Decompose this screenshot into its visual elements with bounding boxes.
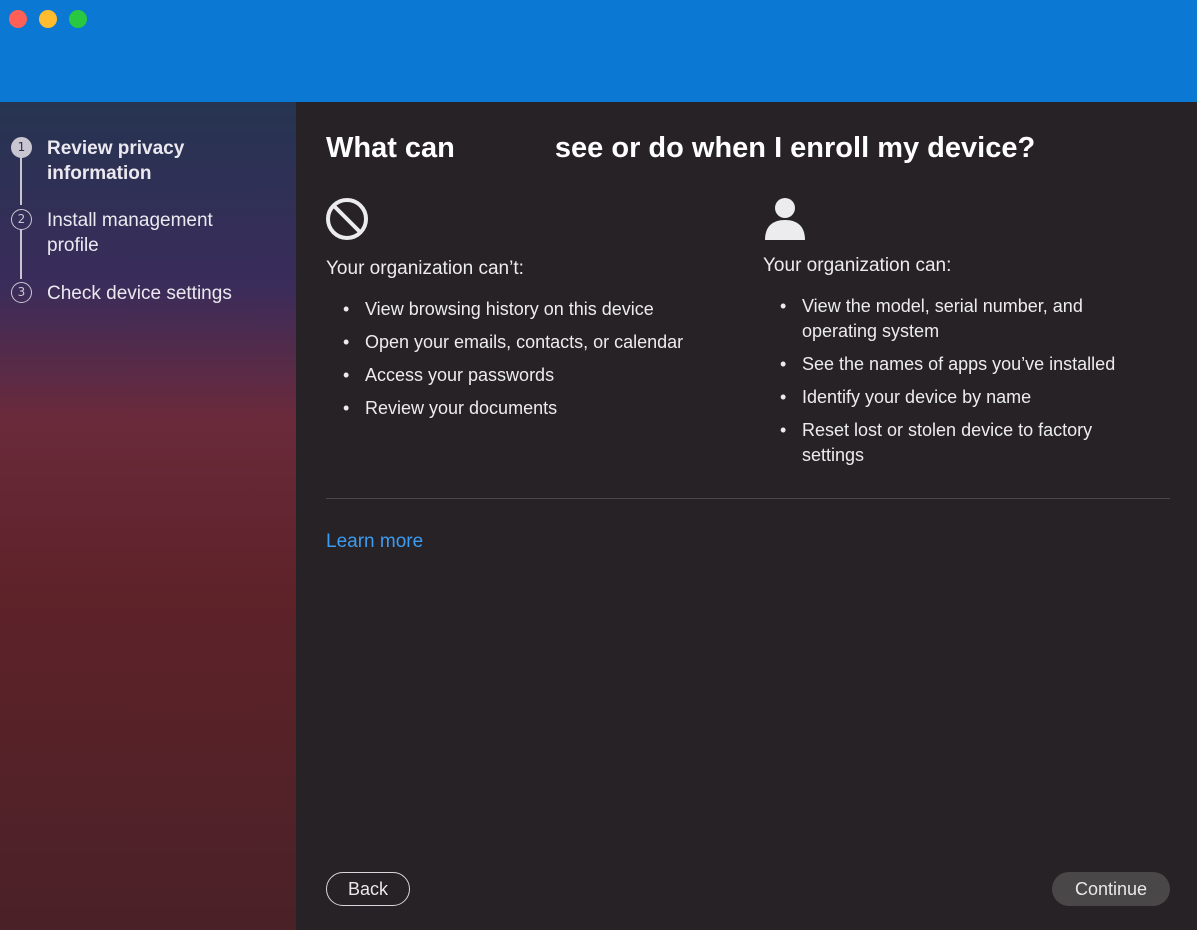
cannot-list: • View browsing history on this device • O… <box>326 297 746 421</box>
bullet-icon: • <box>343 299 350 319</box>
page-title: What can see or do when I enroll my devic… <box>326 132 1035 165</box>
bullet-icon: • <box>780 296 787 316</box>
step-3-number: 3 <box>11 282 32 303</box>
back-button[interactable]: Back <box>326 872 410 906</box>
list-item: • Open your emails, contacts, or calendar <box>326 330 746 355</box>
can-column: Your organization can: • View the model, … <box>763 196 1183 476</box>
learn-more-link[interactable]: Learn more <box>326 531 423 553</box>
bullet-icon: • <box>780 420 787 440</box>
step-3-label: Check device settings <box>47 283 232 304</box>
continue-button[interactable]: Continue <box>1052 872 1170 906</box>
step-connector <box>20 229 22 279</box>
cannot-heading: Your organization can’t: <box>326 258 524 279</box>
list-item-text: Open your emails, contacts, or calendar <box>365 332 684 352</box>
bullet-icon: • <box>343 398 350 418</box>
list-item: • Reset lost or stolen device to factory … <box>763 418 1183 468</box>
title-part-2: see or do when I enroll my device? <box>554 132 1036 164</box>
list-item: • View browsing history on this device <box>326 297 746 322</box>
bullet-icon: • <box>343 365 350 385</box>
minimize-window-button[interactable] <box>39 10 57 28</box>
bullet-icon: • <box>343 332 350 352</box>
step-1-number: 1 <box>11 137 32 158</box>
bullet-icon: • <box>780 387 787 407</box>
list-item-text: Reset lost or stolen device to factory s… <box>802 420 1093 465</box>
title-bar <box>0 0 1197 102</box>
step-1-label: Review privacy information <box>47 138 185 184</box>
steps-sidebar: 1 Review privacy information 2 Install m… <box>0 102 296 930</box>
bullet-icon: • <box>780 354 787 374</box>
step-2-label: Install management profile <box>47 210 213 256</box>
list-item-text: Identify your device by name <box>802 387 1032 407</box>
list-item-text: See the names of apps you’ve installed <box>802 354 1116 374</box>
section-divider <box>326 498 1170 499</box>
list-item: • View the model, serial number, and oper… <box>763 294 1183 344</box>
list-item-text: Review your documents <box>365 398 558 418</box>
cannot-column: Your organization can’t: • View browsing … <box>326 196 746 429</box>
list-item-text: Access your passwords <box>365 365 555 385</box>
title-part-1: What can <box>326 132 455 164</box>
list-item: • Identify your device by name <box>763 385 1183 410</box>
step-connector <box>20 157 22 205</box>
list-item: • See the names of apps you’ve installed <box>763 352 1183 377</box>
can-heading: Your organization can: <box>763 255 952 276</box>
enrollment-window: 1 Review privacy information 2 Install m… <box>0 0 1197 930</box>
list-item: • Access your passwords <box>326 363 746 388</box>
close-window-button[interactable] <box>9 10 27 28</box>
list-item-text: View the model, serial number, and opera… <box>802 296 1083 341</box>
step-2-number: 2 <box>11 209 32 230</box>
main-content: What can see or do when I enroll my devic… <box>296 102 1197 930</box>
prohibited-icon <box>326 196 370 240</box>
maximize-window-button[interactable] <box>69 10 87 28</box>
list-item-text: View browsing history on this device <box>365 299 654 319</box>
list-item: • Review your documents <box>326 396 746 421</box>
can-list: • View the model, serial number, and oper… <box>763 294 1183 468</box>
person-icon <box>763 196 807 240</box>
